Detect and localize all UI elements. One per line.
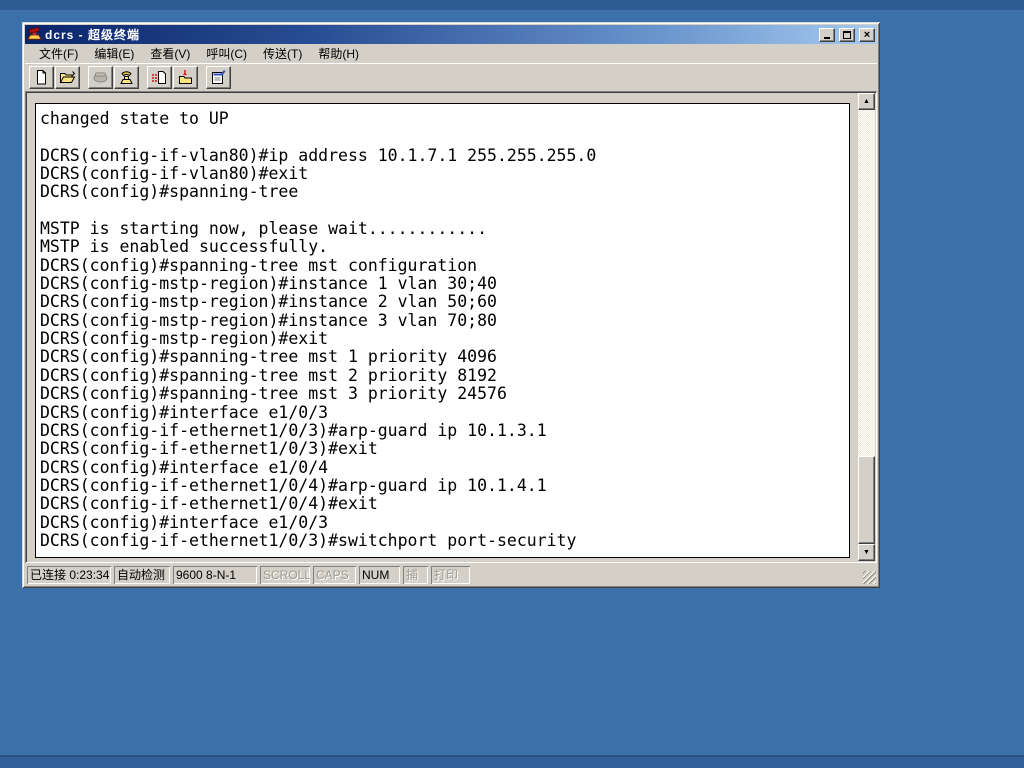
send-button[interactable] [147, 66, 172, 89]
terminal-screen[interactable]: changed state to UP DCRS(config-if-vlan8… [35, 103, 850, 558]
terminal-line: DCRS(config)#spanning-tree [40, 182, 299, 202]
terminal-line: DCRS(config-if-ethernet1/0/4)#arp-guard … [40, 475, 547, 495]
status-autodetect: 自动检测 [114, 566, 170, 584]
desktop: dcrs - 超级终端 × 文件(F) 编辑(E) 查看(V) 呼叫(C) 传送… [0, 0, 1024, 768]
terminal-line: DCRS(config)#spanning-tree mst 1 priorit… [40, 347, 497, 367]
open-folder-icon [59, 71, 76, 83]
menu-view[interactable]: 查看(V) [142, 43, 198, 64]
close-icon: × [863, 28, 871, 41]
terminal-line: DCRS(config-mstp-region)#instance 2 vlan… [40, 292, 497, 312]
terminal-line: DCRS(config)#interface e1/0/3 [40, 402, 329, 422]
menubar: 文件(F) 编辑(E) 查看(V) 呼叫(C) 传送(T) 帮助(H) [25, 44, 877, 63]
statusbar: 已连接 0:23:34 自动检测 9600 8-N-1 SCROLL CAPS … [25, 563, 877, 585]
menu-help[interactable]: 帮助(H) [310, 43, 367, 64]
hyperterminal-icon [27, 27, 42, 40]
receive-file-icon [179, 70, 192, 84]
window-title: dcrs - 超级终端 [45, 28, 141, 42]
status-print-echo: 打印 [431, 566, 470, 584]
terminal-line: MSTP is enabled successfully. [40, 237, 329, 257]
scrollbar-thumb[interactable] [858, 456, 875, 544]
disconnect-phone-icon [120, 71, 133, 84]
terminal-scrollbar[interactable]: ▲ ▼ [858, 93, 875, 561]
toolbar [25, 63, 877, 91]
maximize-button[interactable] [839, 27, 855, 42]
new-document-icon [37, 70, 46, 85]
status-caps: CAPS [313, 566, 356, 584]
call-button[interactable] [88, 66, 113, 89]
menu-transfer[interactable]: 传送(T) [255, 43, 310, 64]
terminal-line: DCRS(config)#interface e1/0/4 [40, 457, 329, 477]
status-baud: 9600 8-N-1 [173, 566, 257, 584]
terminal-line: DCRS(config)#spanning-tree mst configura… [40, 255, 478, 275]
menu-file[interactable]: 文件(F) [31, 43, 86, 64]
close-button[interactable]: × [859, 27, 875, 42]
scroll-up-button[interactable]: ▲ [858, 93, 875, 110]
terminal-line: DCRS(config-mstp-region)#instance 3 vlan… [40, 310, 497, 330]
menu-edit[interactable]: 编辑(E) [86, 43, 142, 64]
open-button[interactable] [55, 66, 80, 89]
new-button[interactable] [29, 66, 54, 89]
terminal-line: DCRS(config-if-vlan80)#ip address 10.1.7… [40, 145, 597, 165]
terminal-line: DCRS(config-if-vlan80)#exit [40, 164, 309, 184]
terminal-line: DCRS(config-if-ethernet1/0/3)#exit [40, 439, 378, 459]
maximize-icon [843, 30, 851, 39]
minimize-button[interactable] [819, 27, 835, 42]
terminal-line: DCRS(config-if-ethernet1/0/3)#switchport… [40, 530, 577, 550]
desktop-bottom-strip [0, 755, 1024, 768]
menu-call[interactable]: 呼叫(C) [198, 43, 255, 64]
arrow-down-icon: ▼ [863, 549, 870, 556]
terminal-client-area: changed state to UP DCRS(config-if-vlan8… [25, 91, 877, 563]
properties-button[interactable] [206, 66, 231, 89]
send-file-icon [152, 71, 166, 84]
minimize-icon [824, 37, 830, 39]
terminal-line: DCRS(config-if-ethernet1/0/3)#arp-guard … [40, 420, 547, 440]
terminal-line: DCRS(config)#spanning-tree mst 3 priorit… [40, 384, 507, 404]
desktop-top-strip [0, 0, 1024, 10]
terminal-line: DCRS(config-if-ethernet1/0/4)#exit [40, 494, 378, 514]
status-capture: 捕 [403, 566, 428, 584]
disconnect-button[interactable] [114, 66, 139, 89]
scroll-down-button[interactable]: ▼ [858, 544, 875, 561]
titlebar[interactable]: dcrs - 超级终端 × [25, 25, 877, 44]
terminal-line: DCRS(config)#interface e1/0/3 [40, 512, 329, 532]
status-scroll: SCROLL [260, 566, 310, 584]
resize-grip[interactable] [863, 571, 876, 584]
arrow-up-icon: ▲ [863, 98, 870, 105]
scrollbar-track[interactable] [858, 110, 875, 544]
call-phone-icon [93, 72, 108, 83]
terminal-line: MSTP is starting now, please wait.......… [40, 219, 488, 239]
terminal-line: DCRS(config)#spanning-tree mst 2 priorit… [40, 365, 497, 385]
receive-button[interactable] [173, 66, 198, 89]
terminal-line: DCRS(config-mstp-region)#instance 1 vlan… [40, 274, 497, 294]
status-connected: 已连接 0:23:34 [27, 566, 111, 584]
terminal-line: DCRS(config-mstp-region)#exit [40, 329, 329, 349]
terminal-line: changed state to UP [40, 109, 229, 128]
status-num: NUM [359, 566, 400, 584]
hyperterminal-window: dcrs - 超级终端 × 文件(F) 编辑(E) 查看(V) 呼叫(C) 传送… [22, 22, 880, 588]
properties-icon [212, 69, 226, 84]
